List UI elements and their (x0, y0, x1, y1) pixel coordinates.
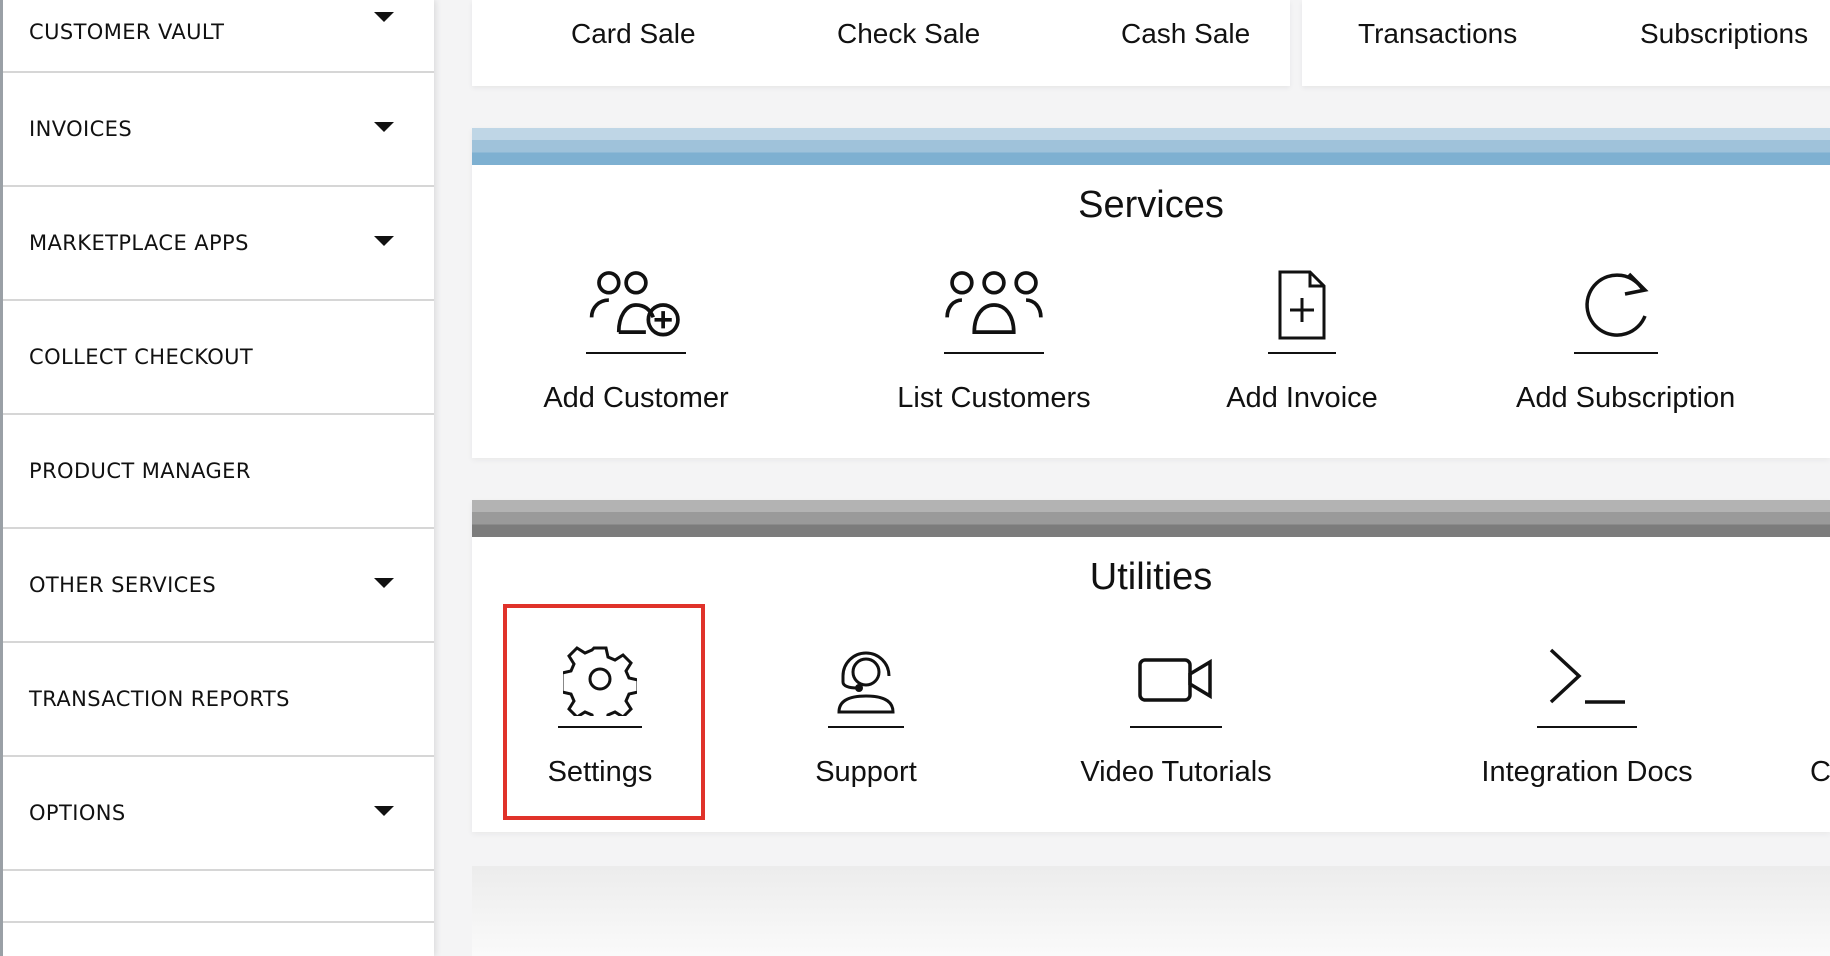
tile-underline (1268, 352, 1336, 354)
services-title: Services (1078, 184, 1224, 226)
sidebar-nav: CUSTOMER VAULT INVOICES MARKETPLACE APPS… (0, 0, 434, 956)
tile-underline (1574, 352, 1658, 354)
headset-icon (766, 642, 966, 716)
add-customer-tile[interactable]: Add Customer (536, 268, 736, 415)
sidebar-item-options[interactable]: OPTIONS (3, 757, 434, 871)
customers-group-icon (894, 268, 1094, 342)
sidebar-item-invoices[interactable]: INVOICES (3, 73, 434, 187)
utilities-title: Utilities (1089, 556, 1213, 598)
card-sale-link[interactable]: Card Sale (571, 18, 696, 50)
cash-sale-link[interactable]: Cash Sale (1121, 18, 1250, 50)
caret-down-icon (374, 578, 394, 588)
caret-down-icon (374, 12, 394, 22)
tile-underline (828, 726, 904, 728)
sidebar-item-marketplace-apps[interactable]: MARKETPLACE APPS (3, 187, 434, 301)
tile-label: List Customers (897, 382, 1091, 414)
terminal-icon (1447, 642, 1727, 716)
tile-label: Video Tutorials (1080, 756, 1272, 788)
lower-panel-edge (472, 866, 1830, 956)
sidebar-item-label: CUSTOMER VAULT (29, 20, 225, 44)
tile-label: Support (815, 756, 917, 788)
tile-label: Add Invoice (1226, 382, 1378, 414)
sidebar-item-label: INVOICES (29, 117, 133, 141)
sidebar-item-customer-vault[interactable]: CUSTOMER VAULT (3, 0, 434, 73)
tile-underline (944, 352, 1044, 354)
add-document-icon (1202, 268, 1402, 342)
add-subscription-tile[interactable]: Add Subscription (1516, 268, 1736, 415)
sidebar-item-label: COLLECT CHECKOUT (29, 345, 254, 369)
integration-docs-tile[interactable]: Integration Docs (1447, 642, 1727, 789)
tile-label: Add Subscription (1516, 382, 1736, 414)
utilities-stripe (472, 500, 1830, 537)
tile-label: Integration Docs (1481, 756, 1693, 788)
sidebar-item-transaction-reports[interactable]: TRANSACTION REPORTS (3, 643, 434, 757)
more-utilities-tile[interactable]: C (1810, 642, 1830, 789)
caret-down-icon (374, 122, 394, 132)
services-stripe (472, 128, 1830, 165)
main-content: Card Sale Check Sale Cash Sale Transacti… (434, 0, 1830, 956)
video-camera-icon (1036, 642, 1316, 716)
add-invoice-tile[interactable]: Add Invoice (1202, 268, 1402, 415)
sidebar-item-product-manager[interactable]: PRODUCT MANAGER (3, 415, 434, 529)
video-tutorials-tile[interactable]: Video Tutorials (1036, 642, 1316, 789)
sidebar-item-label: OTHER SERVICES (29, 573, 217, 597)
sidebar-item-label: OPTIONS (29, 801, 126, 825)
refresh-icon (1516, 268, 1716, 342)
sidebar-item-collect-checkout[interactable]: COLLECT CHECKOUT (3, 301, 434, 415)
caret-down-icon (374, 236, 394, 246)
list-customers-tile[interactable]: List Customers (894, 268, 1094, 415)
partial-icon-space (1810, 642, 1830, 716)
sidebar-item-label: PRODUCT MANAGER (29, 459, 251, 483)
tile-label: C (1810, 756, 1830, 788)
tile-label: Add Customer (543, 382, 729, 414)
support-tile[interactable]: Support (766, 642, 966, 789)
transactions-link[interactable]: Transactions (1358, 18, 1517, 50)
sidebar-item-label: MARKETPLACE APPS (29, 231, 249, 255)
sidebar-item-empty (3, 871, 434, 923)
caret-down-icon (374, 806, 394, 816)
services-panel: Services Add Customer List Customers Add… (472, 128, 1830, 458)
check-sale-link[interactable]: Check Sale (837, 18, 980, 50)
sidebar-item-other-services[interactable]: OTHER SERVICES (3, 529, 434, 643)
tile-underline (586, 352, 686, 354)
subscriptions-link[interactable]: Subscriptions (1640, 18, 1808, 50)
tile-underline (1537, 726, 1637, 728)
sidebar-item-label: TRANSACTION REPORTS (29, 687, 290, 711)
highlight-box (503, 604, 705, 820)
add-customer-icon (536, 268, 736, 342)
tile-underline (1130, 726, 1222, 728)
quick-sale-bar: Card Sale Check Sale Cash Sale (472, 0, 1290, 86)
reports-bar: Transactions Subscriptions (1302, 0, 1830, 86)
